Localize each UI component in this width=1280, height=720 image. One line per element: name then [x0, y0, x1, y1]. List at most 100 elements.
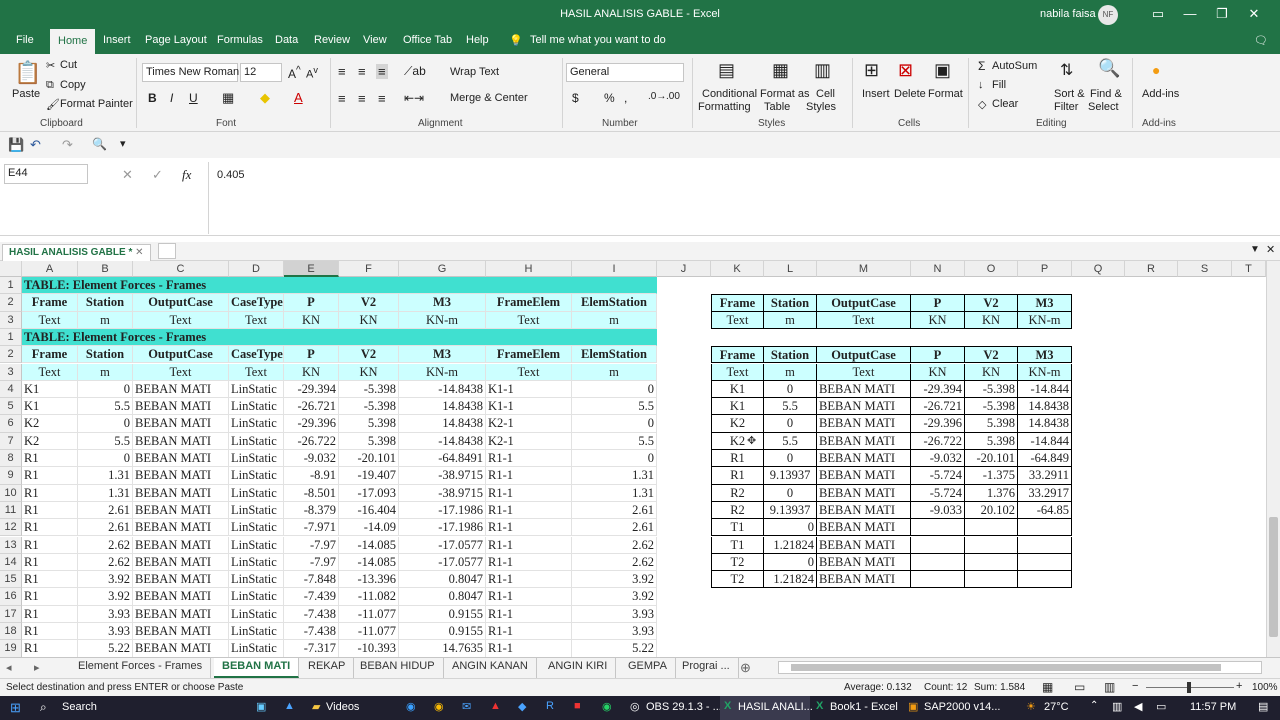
table-cell[interactable]: 1.31: [78, 467, 133, 485]
table-cell[interactable]: K2: [22, 415, 78, 433]
table-cell[interactable]: BEBAN MATI: [133, 623, 229, 641]
table-unit-cell[interactable]: Text: [133, 311, 229, 329]
table-cell[interactable]: 3.93: [572, 605, 657, 623]
table-cell[interactable]: 2.61: [78, 501, 133, 520]
table-cell[interactable]: BEBAN MATI: [133, 501, 229, 520]
chrome-icon[interactable]: ◉: [434, 700, 444, 713]
right-table-cell[interactable]: -5.398: [965, 380, 1018, 399]
cut-icon[interactable]: ✂: [46, 59, 55, 72]
table-unit-cell[interactable]: m: [78, 363, 133, 381]
table-unit-cell[interactable]: KN: [284, 363, 339, 381]
table-unit-cell[interactable]: m: [78, 311, 133, 329]
table-cell[interactable]: -9.032: [284, 450, 339, 468]
print-preview-icon[interactable]: 🔍: [92, 137, 107, 151]
right-table-cell[interactable]: BEBAN MATI: [817, 467, 911, 485]
task-view-icon[interactable]: ▣: [256, 700, 266, 713]
add-ins-icon[interactable]: ●: [1152, 62, 1160, 78]
delete-cells-button[interactable]: Delete: [894, 88, 926, 100]
right-table-cell[interactable]: 5.5: [764, 432, 817, 450]
right-table-cell[interactable]: 9.13937: [764, 467, 817, 485]
right-table-cell[interactable]: [1018, 536, 1072, 554]
font-size-select[interactable]: 12: [240, 63, 282, 82]
row-header[interactable]: 16: [0, 588, 22, 606]
table-cell[interactable]: LinStatic: [229, 553, 284, 572]
table-cell[interactable]: -19.407: [339, 467, 399, 485]
table-unit-cell[interactable]: KN-m: [399, 311, 486, 329]
row-header[interactable]: 10: [0, 484, 22, 502]
table-cell[interactable]: 1.31: [572, 467, 657, 485]
tab-review[interactable]: Review: [314, 34, 350, 46]
taskbar-sap[interactable]: SAP2000 v14...: [924, 701, 1000, 713]
table-cell[interactable]: LinStatic: [229, 519, 284, 537]
name-box[interactable]: E44: [4, 164, 88, 184]
table-cell[interactable]: 0: [572, 450, 657, 468]
right-table-cell[interactable]: 33.2911: [1018, 467, 1072, 485]
table-cell[interactable]: -16.404: [339, 501, 399, 520]
table-cell[interactable]: 3.92: [78, 571, 133, 589]
restore-icon[interactable]: ❐: [1212, 4, 1232, 24]
right-table-cell[interactable]: 0: [764, 484, 817, 502]
table-cell[interactable]: 0: [572, 380, 657, 399]
right-table-cell[interactable]: K1: [711, 380, 764, 399]
table-cell[interactable]: R1-1: [486, 519, 572, 537]
table-cell[interactable]: R1: [22, 536, 78, 554]
vertical-scrollbar[interactable]: [1266, 261, 1280, 657]
find-select-label[interactable]: Find &: [1090, 88, 1122, 100]
table-cell[interactable]: K2: [22, 432, 78, 450]
table-cell[interactable]: LinStatic: [229, 380, 284, 399]
right-table-cell[interactable]: 0: [764, 415, 817, 433]
sheet-tab[interactable]: ANGIN KIRI: [540, 658, 617, 678]
row-header[interactable]: 15: [0, 571, 22, 589]
fill-color-icon[interactable]: ◆: [260, 90, 270, 106]
add-ins-button[interactable]: Add-ins: [1142, 88, 1179, 100]
row-header[interactable]: 8: [0, 450, 22, 468]
right-table-cell[interactable]: -29.396: [911, 415, 965, 433]
right-table-cell[interactable]: [911, 553, 965, 572]
right-table-unit-cell[interactable]: KN-m: [1018, 363, 1072, 381]
table-cell[interactable]: -14.8438: [399, 380, 486, 399]
right-table-unit-cell[interactable]: Text: [711, 363, 764, 381]
app-icon-2[interactable]: ◆: [518, 700, 526, 713]
sort-filter-label-2[interactable]: Filter: [1054, 101, 1078, 113]
column-header[interactable]: J: [657, 261, 711, 277]
table-cell[interactable]: LinStatic: [229, 398, 284, 416]
insert-function-icon[interactable]: fx: [182, 167, 191, 183]
weather-app-icon[interactable]: ▲: [284, 700, 295, 712]
right-table-cell[interactable]: -9.033: [911, 501, 965, 520]
paste-button[interactable]: Paste: [12, 88, 40, 100]
right-table-cell[interactable]: 5.398: [965, 432, 1018, 450]
table-cell[interactable]: R1: [22, 450, 78, 468]
sheet-tab[interactable]: REKAP: [300, 658, 355, 678]
sort-filter-icon[interactable]: ⇅: [1060, 60, 1073, 80]
borders-icon[interactable]: ▦: [222, 90, 234, 106]
cut-button[interactable]: Cut: [60, 59, 77, 71]
conditional-formatting-label-2[interactable]: Formatting: [698, 101, 751, 113]
table-cell[interactable]: -7.97: [284, 553, 339, 572]
table-header-cell[interactable]: P: [284, 294, 339, 312]
right-table-cell[interactable]: BEBAN MATI: [817, 501, 911, 520]
row-header[interactable]: 2: [0, 294, 22, 312]
format-painter-button[interactable]: Format Painter: [60, 98, 133, 110]
table-cell[interactable]: BEBAN MATI: [133, 484, 229, 502]
table-cell[interactable]: 5.5: [78, 432, 133, 450]
cell-styles-label-2[interactable]: Styles: [806, 101, 836, 113]
table-cell[interactable]: BEBAN MATI: [133, 640, 229, 657]
align-center-icon[interactable]: ≡: [358, 91, 366, 106]
table-cell[interactable]: 14.8438: [399, 415, 486, 433]
table-cell[interactable]: R1-1: [486, 484, 572, 502]
right-table-cell[interactable]: [965, 571, 1018, 589]
table-cell[interactable]: R1-1: [486, 571, 572, 589]
table-cell[interactable]: R1-1: [486, 588, 572, 606]
number-format-select[interactable]: General: [566, 63, 684, 82]
right-table-cell[interactable]: [1018, 519, 1072, 537]
formula-input[interactable]: 0.405: [208, 162, 1280, 234]
right-table-header-cell[interactable]: Station: [764, 294, 817, 312]
table-header-cell[interactable]: ElemStation: [572, 346, 657, 364]
column-header[interactable]: Q: [1072, 261, 1125, 277]
font-name-select[interactable]: Times New Roman: [142, 63, 239, 82]
table-cell[interactable]: LinStatic: [229, 571, 284, 589]
table-cell[interactable]: R1: [22, 553, 78, 572]
fill-button[interactable]: Fill: [992, 79, 1006, 91]
row-header[interactable]: 4: [0, 380, 22, 399]
table-cell[interactable]: 3.92: [572, 588, 657, 606]
